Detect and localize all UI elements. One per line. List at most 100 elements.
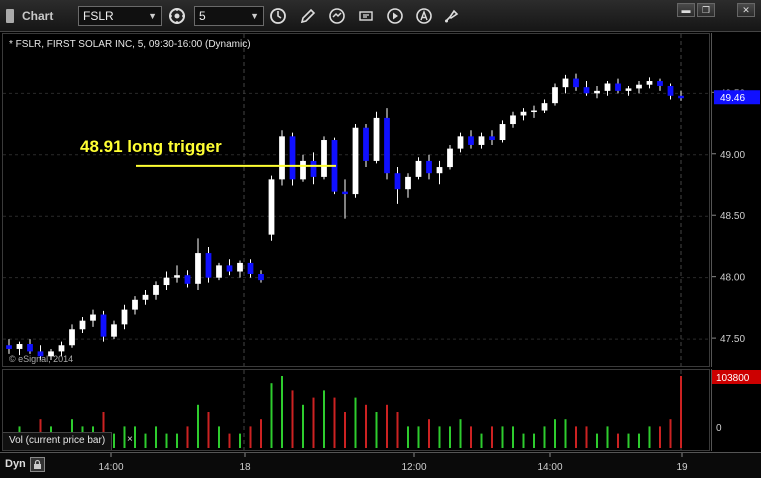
candle-body [562,78,569,88]
volume-pane[interactable]: Vol (current price bar) × [2,369,710,451]
candle-body [100,314,107,337]
interval-input[interactable]: 5 ▼ [194,6,264,26]
candle-body [678,95,684,99]
volume-bar [134,426,136,448]
clock-icon[interactable] [268,6,288,26]
volume-bar [312,397,315,448]
candle-body [499,124,506,141]
minimize-button[interactable]: ▬ [677,3,695,17]
candle-body [121,309,128,325]
volume-bar [501,426,504,448]
draw-tool-icon[interactable] [442,6,462,26]
volume-bar [512,426,514,448]
candle-body [79,320,86,330]
link-icon[interactable] [167,6,187,26]
volume-bar [165,433,168,448]
candle-body [625,88,632,91]
candle-body [468,136,474,145]
price-tick-label: 48.00 [720,273,745,284]
volume-bar [344,412,346,448]
volume-bar [365,404,367,448]
volume-bar [197,404,199,448]
candle-body [258,273,264,281]
close-icon[interactable]: × [127,434,133,445]
candle-body [552,87,558,104]
volume-bar [428,419,430,448]
volume-bar [323,390,325,448]
volume-bar [449,426,451,448]
candle-body [279,136,285,180]
volume-bar [575,426,577,448]
volume-bar [533,433,535,448]
volume-bar [354,397,357,448]
pencil-icon[interactable] [298,6,318,26]
restore-button[interactable]: ❐ [697,3,715,17]
close-button[interactable]: ✕ [737,3,755,17]
chevron-down-icon[interactable]: ▼ [148,7,157,25]
candle-body [615,83,621,91]
candle-body [667,85,674,96]
price-tick-label: 48.50 [720,211,745,222]
volume-bar [596,433,598,448]
price-axis[interactable]: 49.5049.0048.5048.0047.5049.46 [711,33,761,367]
time-tick-label: 14:00 [98,462,123,473]
candle-body [373,117,380,161]
volume-bar [480,433,483,448]
price-chart-pane[interactable]: 48.91 long trigger * FSLR, FIRST SOLAR I… [2,33,710,367]
candle-body [27,344,33,352]
gear-icon[interactable] [356,6,376,26]
candle-body [247,262,254,274]
volume-legend[interactable]: Vol (current price bar) [3,432,113,450]
candle-body [436,167,443,174]
symbol-value: FSLR [83,9,114,23]
volume-bar [438,426,441,448]
candle-body [415,160,422,177]
candle-body [636,84,642,89]
volume-bar [417,426,420,448]
last-price-label: 49.46 [720,93,745,104]
price-tick-label: 47.50 [720,334,745,345]
refresh-icon[interactable] [327,6,347,26]
volume-bar [386,404,388,448]
candle-body [520,111,527,116]
candle-body [342,191,348,195]
grip-icon[interactable] [6,9,14,23]
volume-bar [669,419,672,448]
volume-bar [606,426,609,448]
candle-body [447,148,453,168]
candle-body [184,275,191,284]
time-axis[interactable]: Dyn 14:00 18 12:00 14:00 19 [0,452,761,478]
candle-body [321,140,327,177]
volume-bar [554,419,556,448]
volume-bar [333,397,336,448]
volume-bar [228,433,231,448]
symbol-input[interactable]: FSLR ▼ [78,6,162,26]
candle-body [163,277,170,286]
volume-bar [627,433,630,448]
volume-bar [176,433,178,448]
volume-bar [144,433,147,448]
volume-bar [522,433,525,448]
volume-bar [249,426,252,448]
candle-body [216,265,222,278]
candle-body [111,324,117,337]
time-tick-label: 19 [676,462,688,473]
volume-axis[interactable]: 103800 0 [711,369,761,451]
play-icon[interactable] [385,6,405,26]
candle-body [478,136,485,145]
candle-body [205,253,212,278]
candle-body [363,127,369,161]
volume-bar [648,426,651,448]
candle-body [457,136,464,149]
candle-body [132,299,138,310]
candle-body [489,136,495,141]
alert-icon[interactable] [414,6,434,26]
candle-body [583,87,590,94]
volume-bar [291,390,294,448]
candle-body [300,160,306,180]
chevron-down-icon[interactable]: ▼ [250,7,259,25]
candle-body [69,329,75,346]
volume-bar [459,419,462,448]
copyright-text: © eSignal, 2014 [9,354,74,364]
volume-bar [113,433,115,448]
